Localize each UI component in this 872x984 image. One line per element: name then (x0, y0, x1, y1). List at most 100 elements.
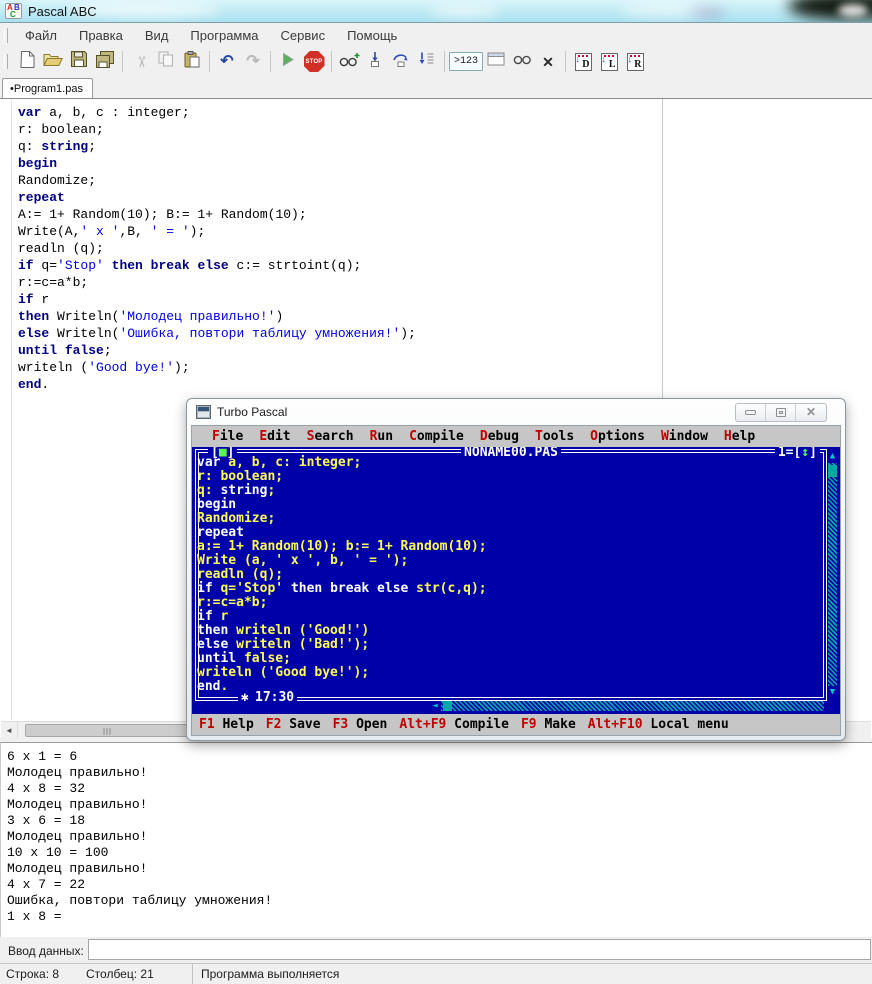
tp-hscrollbar[interactable]: ◄ (429, 701, 824, 711)
minimize-icon (745, 410, 756, 415)
open-folder-icon (43, 51, 63, 72)
code-line: readln (q); (197, 568, 487, 582)
code-line: if r (18, 291, 416, 308)
hscroll-thumb[interactable] (25, 724, 191, 737)
tp-close-button[interactable]: ✕ (796, 404, 826, 421)
menu-item-Сервис[interactable]: Сервис (270, 26, 337, 45)
menubar-grip[interactable] (4, 28, 8, 43)
tab-program1[interactable]: •Program1.pas (2, 78, 93, 98)
tp-scroll-up-icon[interactable]: ▲ (827, 451, 838, 462)
tp-status-alt+f9[interactable]: Alt+F9 Compile (399, 717, 509, 732)
tp-status-alt+f10[interactable]: Alt+F10 Local menu (588, 717, 729, 732)
int-format-button[interactable]: >123 (449, 49, 483, 75)
menu-item-Правка[interactable]: Правка (68, 26, 134, 45)
undo-button[interactable]: ↶ (214, 49, 240, 75)
code-line: a:= 1+ Random(10); b:= 1+ Random(10); (197, 540, 487, 554)
titlebar-glare (620, 2, 710, 18)
new-file-icon (20, 51, 35, 73)
code-line: if r (197, 610, 487, 624)
code-line: then Writeln('Молодец правильно!') (18, 308, 416, 325)
tp-menu-file[interactable]: File (204, 429, 251, 444)
save-all-icon (96, 51, 114, 73)
copy-button[interactable] (153, 49, 179, 75)
toolbar-grip[interactable] (4, 54, 8, 69)
tp-vscrollbar[interactable]: ▲ ▼ (828, 451, 837, 698)
code-line: begin (197, 498, 487, 512)
tp-status-f1[interactable]: F1 Help (199, 717, 254, 732)
code-line: then writeln ('Good!') (197, 624, 487, 638)
tp-menu-compile[interactable]: Compile (401, 429, 472, 444)
menu-item-Файл[interactable]: Файл (14, 26, 68, 45)
tp-menu-options[interactable]: Options (582, 429, 653, 444)
code-line: r:=c=a*b; (197, 596, 487, 610)
tp-menu-search[interactable]: Search (299, 429, 362, 444)
clear-button[interactable]: ✕ (535, 49, 561, 75)
stop-sign-icon: STOP (304, 51, 325, 72)
module-d-button[interactable]: ↓D (570, 49, 596, 75)
cut-button[interactable]: ✂ (127, 49, 153, 75)
tp-minimize-button[interactable] (736, 404, 766, 421)
run-button[interactable] (275, 49, 301, 75)
tp-menu-tools[interactable]: Tools (527, 429, 582, 444)
module-l-button[interactable]: ↓L (596, 49, 622, 75)
run-to-cursor-button[interactable] (414, 49, 440, 75)
code-line: else writeln ('Bad!'); (197, 638, 487, 652)
tp-menu-edit[interactable]: Edit (251, 429, 298, 444)
tp-vscroll-thumb[interactable] (828, 465, 837, 477)
code-line: q: string; (197, 484, 487, 498)
tp-resize-arrows-icon: ↕ (801, 447, 809, 460)
tp-hscroll-track[interactable] (441, 701, 824, 711)
tp-window-number-zoom[interactable]: 1=[↕] (775, 447, 820, 460)
tp-vscroll-track[interactable] (828, 463, 837, 686)
code-line: r: boolean; (197, 470, 487, 484)
tp-scroll-left-icon[interactable]: ◄ (429, 701, 441, 711)
new-file-button[interactable] (14, 49, 40, 75)
tp-status-f3[interactable]: F3 Open (333, 717, 388, 732)
menu-item-Программа[interactable]: Программа (179, 26, 269, 45)
paste-button[interactable] (179, 49, 205, 75)
tp-scroll-down-icon[interactable]: ▼ (827, 687, 838, 698)
module-r-button[interactable]: ↓R (622, 49, 648, 75)
menu-item-Помощь[interactable]: Помощь (336, 26, 408, 45)
toolbar-separator (122, 51, 123, 72)
console-window-button[interactable] (483, 49, 509, 75)
tp-menu-debug[interactable]: Debug (472, 429, 527, 444)
tp-client-area: FileEditSearchRunCompileDebugToolsOption… (191, 425, 841, 736)
tp-hscroll-thumb[interactable] (443, 701, 452, 711)
status-program-state: Программа выполняется (201, 967, 339, 981)
tp-menu-window[interactable]: Window (653, 429, 716, 444)
tp-menu-help[interactable]: Help (716, 429, 763, 444)
tp-editor-screen[interactable]: [■] NONAME00.PAS 1=[↕] ✱ 17:30 var a, b,… (192, 447, 840, 714)
step-into-button[interactable] (362, 49, 388, 75)
code-line: A:= 1+ Random(10); B:= 1+ Random(10); (18, 206, 416, 223)
open-file-button[interactable] (40, 49, 66, 75)
code-line: var a, b, c: integer; (197, 456, 487, 470)
save-all-button[interactable] (92, 49, 118, 75)
module-r-icon: ↓R (627, 53, 644, 71)
stop-button[interactable]: STOP (301, 49, 327, 75)
scroll-left-arrow-icon[interactable]: ◄ (1, 722, 18, 738)
turbo-pascal-window: Turbo Pascal ✕ FileEditSearchRunCompileD… (186, 398, 846, 741)
tp-status-f9[interactable]: F9 Make (521, 717, 576, 732)
redo-button[interactable]: ↷ (240, 49, 266, 75)
output-line: Молодец правильно! (7, 861, 872, 877)
close-icon: ✕ (806, 406, 816, 418)
step-over-button[interactable] (388, 49, 414, 75)
output-line: Ошибка, повтори таблицу умножения! (7, 893, 872, 909)
watch-window-button[interactable] (509, 49, 535, 75)
play-icon (281, 52, 295, 72)
save-file-button[interactable] (66, 49, 92, 75)
tp-menu-run[interactable]: Run (362, 429, 401, 444)
status-column-number: Столбец: 21 (86, 967, 192, 981)
tab-bar: •Program1.pas (0, 77, 872, 98)
window-title: Pascal ABC (28, 4, 97, 19)
tp-maximize-button[interactable] (766, 404, 796, 421)
toolbar-separator (209, 51, 210, 72)
code-line: else Writeln('Ошибка, повтори таблицу ум… (18, 325, 416, 342)
toolbar-separator (331, 51, 332, 72)
data-entry-input[interactable] (88, 939, 871, 960)
menu-item-Вид[interactable]: Вид (134, 26, 180, 45)
tp-window-controls: ✕ (735, 403, 827, 422)
add-watch-button[interactable] (336, 49, 362, 75)
tp-status-f2[interactable]: F2 Save (266, 717, 321, 732)
